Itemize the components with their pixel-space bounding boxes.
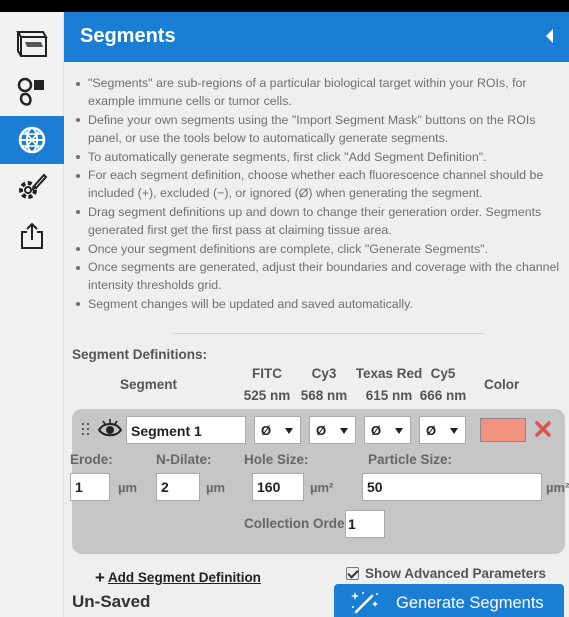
column-header-cy3: Cy3 [311, 366, 337, 381]
add-segment-definition-label: Add Segment Definition [107, 570, 261, 585]
fitc-channel-select[interactable]: Ø [254, 416, 301, 444]
column-header-texas-red-wavelength: 615 nm [365, 388, 413, 403]
roi-shapes-icon [17, 77, 44, 106]
sidebar-item-segments[interactable] [0, 116, 64, 164]
erode-label: Erode: [70, 452, 113, 467]
hole-size-input[interactable]: 160 [252, 473, 304, 501]
particle-size-input[interactable]: 50 [362, 473, 542, 501]
particle-size-unit: µm² [546, 480, 569, 495]
ndilate-label: N-Dilate: [156, 452, 212, 467]
add-segment-definition-button[interactable]: + Add Segment Definition [95, 567, 261, 587]
list-item: Drag segment definitions up and down to … [74, 203, 564, 240]
divider [174, 333, 484, 334]
segment-definition-row[interactable]: Segment 1 Ø Ø Ø Ø Erode: N-Dilate: Hole … [70, 409, 569, 554]
collapse-panel-icon[interactable] [546, 29, 553, 43]
generate-segments-button[interactable]: Generate Segments [334, 584, 564, 617]
chevron-down-icon [340, 428, 348, 434]
segments-globe-icon [18, 126, 46, 154]
collection-order-label: Collection Order: [244, 516, 355, 531]
segments-panel: Segments "Segments" are sub-regions of a… [64, 12, 569, 617]
instructions-list: "Segments" are sub-regions of a particul… [74, 74, 564, 313]
erode-unit: µm [118, 480, 138, 495]
drag-handle-icon[interactable] [82, 423, 92, 437]
chevron-down-icon [395, 428, 403, 434]
show-advanced-label: Show Advanced Parameters [365, 566, 547, 581]
list-item: Once your segment definitions are comple… [74, 240, 564, 258]
slide-scanner-icon [16, 31, 48, 57]
column-header-cy5: Cy5 [430, 366, 456, 381]
column-header-fitc: FITC [252, 366, 282, 381]
column-header-cy5-wavelength: 666 nm [419, 388, 467, 403]
list-item: Define your own segments using the "Impo… [74, 111, 564, 148]
column-header-texas-red: Texas Red [355, 366, 423, 381]
segment-definitions-label: Segment Definitions: [72, 347, 208, 362]
export-share-icon [21, 222, 43, 249]
show-advanced-checkbox[interactable] [346, 567, 359, 580]
list-item: "Segments" are sub-regions of a particul… [74, 74, 564, 111]
cy3-channel-select[interactable]: Ø [309, 416, 356, 444]
cy5-channel-value: Ø [426, 423, 437, 438]
column-header-segment: Segment [120, 377, 178, 392]
list-item: Segment changes will be updated and save… [74, 295, 564, 313]
cy3-channel-value: Ø [316, 423, 327, 438]
particle-size-label: Particle Size: [368, 452, 453, 467]
sidebar-item-slides[interactable] [0, 20, 64, 68]
hole-size-unit: µm² [310, 480, 334, 495]
sidebar-item-settings[interactable] [0, 164, 64, 212]
ndilate-input[interactable]: 2 [156, 473, 200, 501]
segment-color-swatch[interactable] [480, 418, 526, 442]
sidebar-item-export[interactable] [0, 212, 64, 260]
fitc-channel-value: Ø [261, 423, 272, 438]
column-header-color: Color [484, 377, 520, 392]
plus-icon: + [95, 567, 105, 587]
panel-title: Segments [80, 25, 176, 47]
close-icon[interactable] [535, 421, 551, 437]
sidebar-item-rois[interactable] [0, 68, 64, 116]
chevron-down-icon [285, 428, 293, 434]
list-item: Once segments are generated, adjust thei… [74, 258, 564, 295]
column-header-fitc-wavelength: 525 nm [243, 388, 291, 403]
save-status: Un-Saved [72, 592, 151, 611]
erode-input[interactable]: 1 [70, 473, 110, 501]
list-item: To automatically generate segments, firs… [74, 148, 564, 166]
segment-name-value: Segment 1 [131, 423, 202, 439]
cy5-channel-select[interactable]: Ø [419, 416, 466, 444]
chevron-down-icon [450, 428, 458, 434]
magic-wand-icon [351, 592, 378, 614]
ndilate-unit: µm [206, 480, 226, 495]
panel-header: Segments [64, 12, 569, 62]
column-header-cy3-wavelength: 568 nm [300, 388, 348, 403]
segment-name-input[interactable]: Segment 1 [126, 416, 246, 444]
list-item: For each segment definition, choose whet… [74, 166, 564, 203]
gear-edit-icon [19, 173, 48, 199]
texas-red-channel-select[interactable]: Ø [364, 416, 411, 444]
generate-segments-label: Generate Segments [396, 594, 544, 612]
show-advanced-toggle[interactable]: Show Advanced Parameters [346, 566, 546, 581]
eye-visibility-icon[interactable] [98, 418, 122, 440]
collection-order-input[interactable]: 1 [345, 510, 385, 538]
sidebar [0, 12, 64, 617]
hole-size-label: Hole Size: [244, 452, 309, 467]
top-bar [0, 0, 569, 12]
texas-red-channel-value: Ø [371, 423, 382, 438]
